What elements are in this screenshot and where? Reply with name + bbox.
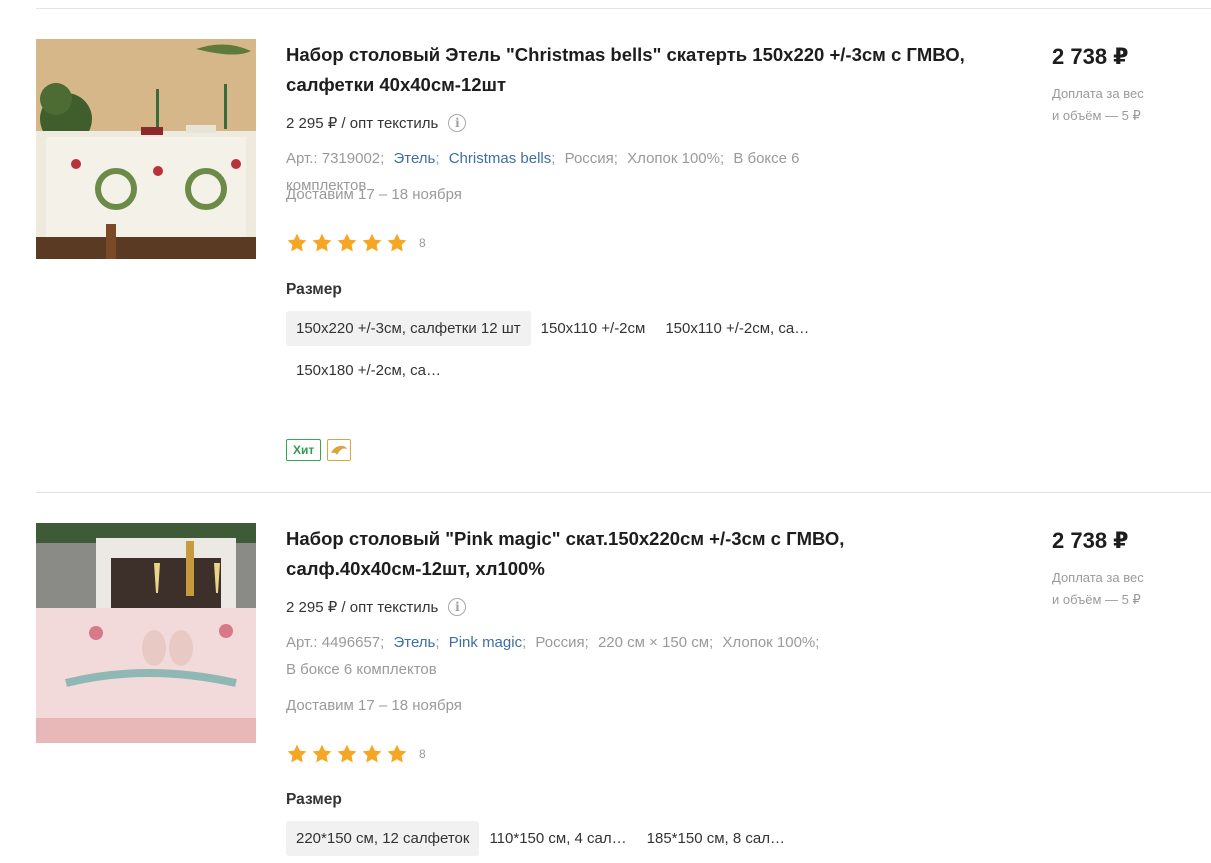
surcharge-note: Доплата за вес и объём — 5 ₽ xyxy=(1052,83,1192,127)
size-label: Размер xyxy=(286,281,342,298)
star-icon xyxy=(361,743,383,765)
size-label: Размер xyxy=(286,791,342,808)
brand-link[interactable]: Этель xyxy=(393,150,435,167)
wholesale-price-text: 2 295 ₽ / опт текстиль xyxy=(286,115,439,132)
star-icon xyxy=(286,743,308,765)
rating[interactable]: 8 xyxy=(286,743,426,765)
wholesale-price: 2 295 ₽ / опт текстиль i xyxy=(286,595,467,619)
product-title[interactable]: Набор столовый Этель "Christmas bells" с… xyxy=(286,40,986,100)
size-option[interactable]: 185*150 см, 8 сал… xyxy=(637,821,795,856)
info-icon[interactable]: i xyxy=(448,114,467,132)
top-divider xyxy=(36,8,1211,9)
star-icon xyxy=(386,232,408,254)
star-icon xyxy=(361,232,383,254)
meta-dimensions: 220 см × 150 см xyxy=(597,634,710,651)
collection-link[interactable]: Christmas bells xyxy=(449,150,552,167)
star-icon xyxy=(286,232,308,254)
meta-country: Россия xyxy=(535,634,585,651)
wholesale-price: 2 295 ₽ / опт текстиль i xyxy=(286,111,467,135)
size-option[interactable]: 110*150 см, 4 сал… xyxy=(479,821,636,856)
size-option[interactable]: 150х220 +/-3см, салфетки 12 шт xyxy=(286,311,531,346)
hit-badge: Хит xyxy=(286,439,322,461)
product-badges: Хит xyxy=(286,439,352,461)
size-option[interactable]: 220*150 см, 12 салфеток xyxy=(286,821,480,856)
delivery-date: Доставим 17 – 18 ноября xyxy=(286,697,462,714)
star-icon xyxy=(311,232,333,254)
size-option[interactable]: 150х110 +/-2см xyxy=(531,311,656,346)
review-count: 8 xyxy=(419,747,426,761)
dolphin-icon xyxy=(327,439,352,461)
review-count: 8 xyxy=(419,236,426,250)
meta-country: Россия xyxy=(564,150,614,167)
brand-link[interactable]: Этель xyxy=(393,634,435,651)
info-icon[interactable]: i xyxy=(448,598,467,616)
surcharge-line: Доплата за вес xyxy=(1052,86,1144,101)
meta-material: Хлопок 100% xyxy=(627,150,720,167)
product-meta: Арт.: 4496657; Этель; Pink magic; Россия… xyxy=(286,634,820,678)
article-number: Арт.: 7319002 xyxy=(286,150,381,167)
size-option[interactable]: 150х180 +/-2см, са… xyxy=(286,353,451,388)
surcharge-line: и объём — 5 ₽ xyxy=(1052,592,1141,607)
collection-link[interactable]: Pink magic xyxy=(449,634,522,651)
wholesale-price-text: 2 295 ₽ / опт текстиль xyxy=(286,599,439,616)
product-divider xyxy=(36,492,1211,493)
delivery-date: Доставим 17 – 18 ноября xyxy=(286,186,462,203)
product-price: 2 738 ₽ xyxy=(1052,44,1129,69)
size-option[interactable]: 150х110 +/-2см, са… xyxy=(655,311,819,346)
product-title[interactable]: Набор столовый "Pink magic" скат.150х220… xyxy=(286,524,986,584)
size-options: 150х220 +/-3см, салфетки 12 шт 150х110 +… xyxy=(286,311,846,388)
product-image[interactable] xyxy=(36,39,256,259)
product-price: 2 738 ₽ xyxy=(1052,528,1129,553)
rating[interactable]: 8 xyxy=(286,232,426,254)
tablecloth-christmas-photo xyxy=(36,39,256,259)
product-image[interactable] xyxy=(36,523,256,743)
surcharge-line: и объём — 5 ₽ xyxy=(1052,108,1141,123)
star-icon xyxy=(336,743,358,765)
surcharge-line: Доплата за вес xyxy=(1052,570,1144,585)
star-icon xyxy=(336,232,358,254)
article-number: Арт.: 4496657 xyxy=(286,634,381,651)
tablecloth-pink-photo xyxy=(36,523,256,743)
meta-box: В боксе 6 комплектов xyxy=(286,661,437,678)
star-icon xyxy=(386,743,408,765)
size-options: 220*150 см, 12 салфеток 110*150 см, 4 са… xyxy=(286,821,846,856)
surcharge-note: Доплата за вес и объём — 5 ₽ xyxy=(1052,567,1192,611)
meta-material: Хлопок 100% xyxy=(722,634,816,651)
star-icon xyxy=(311,743,333,765)
